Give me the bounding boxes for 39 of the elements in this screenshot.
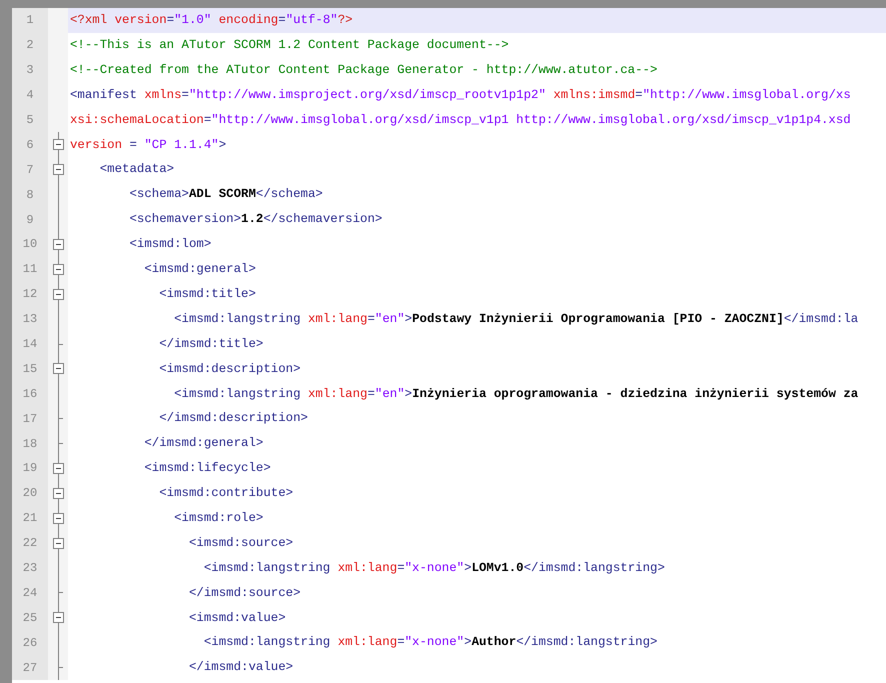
line-number: 7 [12,157,48,182]
line-number: 23 [12,556,48,580]
fold-minus-icon[interactable] [52,456,64,481]
line-number: 9 [12,207,48,232]
line-number: 6 [12,132,48,158]
line-number: 21 [12,506,48,531]
line-number: 20 [12,480,48,506]
line-number: 11 [12,256,48,282]
line-number: 24 [12,580,48,606]
line-number: 13 [12,306,48,332]
line-number: 1 [12,8,48,33]
fold-minus-icon[interactable] [52,506,64,531]
line-number: 17 [12,406,48,432]
line-number: 3 [12,58,48,83]
line-number: 19 [12,456,48,481]
line-number: 15 [12,356,48,382]
line-number: 8 [12,182,48,208]
line-number: 12 [12,282,48,307]
line-number: 10 [12,232,48,257]
line-number: 27 [12,655,48,680]
fold-minus-icon[interactable] [52,480,64,506]
fold-minus-icon[interactable] [52,282,64,307]
line-number: 5 [12,108,48,132]
fold-minus-icon[interactable] [52,132,64,158]
line-number: 14 [12,332,48,356]
line-number: 4 [12,82,48,108]
fold-minus-icon[interactable] [52,356,64,382]
fold-minus-icon[interactable] [52,256,64,282]
fold-minus-icon[interactable] [52,232,64,257]
line-number: 2 [12,32,48,58]
fold-minus-icon[interactable] [52,605,64,630]
line-number: 26 [12,630,48,656]
fold-minus-icon[interactable] [52,157,64,182]
fold-margin [48,8,68,33]
fold-minus-icon[interactable] [52,530,64,556]
line-number: 25 [12,605,48,630]
line-number: 22 [12,530,48,556]
line-number: 18 [12,431,48,456]
line-number: 16 [12,381,48,406]
